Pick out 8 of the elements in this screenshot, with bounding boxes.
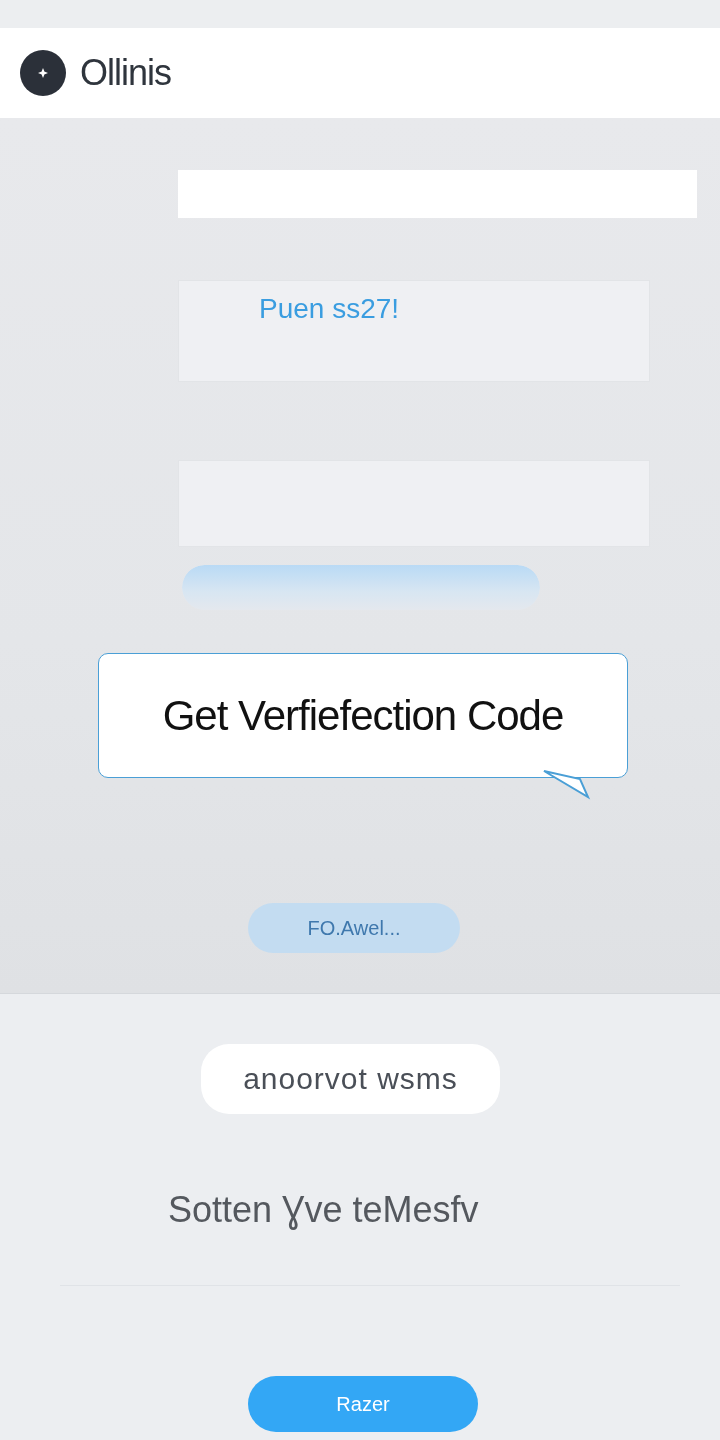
input-field[interactable]: Puen ss27! [178, 280, 650, 382]
pill-button[interactable] [182, 565, 540, 610]
tooltip: Get Verfiefection Code [98, 653, 628, 778]
brand-name: Ollinis [80, 52, 171, 94]
chip: anoorvot wsms [201, 1044, 500, 1114]
message-text: Sotten Ɣve teMesfv [168, 1189, 479, 1231]
logo-icon [20, 50, 66, 96]
primary-button[interactable]: Razer [248, 1376, 478, 1432]
